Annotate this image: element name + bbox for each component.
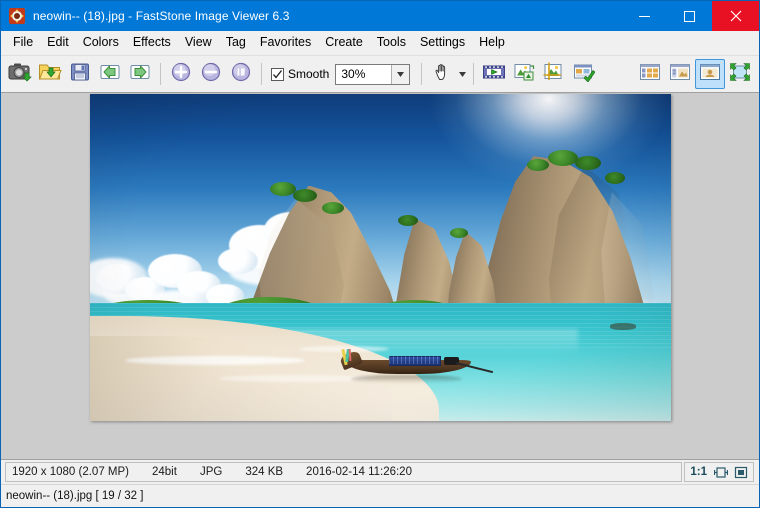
- zoom-level-combobox[interactable]: 30%: [335, 63, 411, 85]
- menu-item-view[interactable]: View: [178, 33, 219, 53]
- edit-compare-button[interactable]: [569, 59, 599, 89]
- current-file-label: neowin-- (18).jpg [ 19 / 32 ]: [6, 490, 144, 502]
- zoom-level-value[interactable]: 30%: [336, 64, 392, 84]
- image-bit-depth: 24bit: [152, 466, 177, 478]
- fullscreen-icon[interactable]: [734, 466, 748, 479]
- view-mode-group: [635, 56, 755, 92]
- zoom-dropdown-button[interactable]: [391, 64, 410, 84]
- hand-tool-icon: [432, 62, 452, 87]
- hand-tool-button[interactable]: [427, 59, 457, 89]
- zoom-in-icon: [170, 61, 192, 88]
- menu-item-tag[interactable]: Tag: [219, 33, 253, 53]
- image-format: JPG: [199, 466, 223, 478]
- toolbar-separator: [160, 63, 161, 85]
- window-title: neowin-- (18).jpg - FastStone Image View…: [33, 9, 290, 23]
- faststone-icon: [9, 8, 25, 24]
- window-controls: [622, 1, 759, 31]
- next-image-button[interactable]: [125, 59, 155, 89]
- toolbar-separator: [421, 63, 423, 85]
- previous-image-button[interactable]: [95, 59, 125, 89]
- status-bar: 1920 x 1080 (2.07 MP) 24bit JPG 324 KB 2…: [1, 459, 759, 484]
- open-folder-button[interactable]: [35, 59, 65, 89]
- next-image-icon: [129, 61, 151, 88]
- actual-size-icon: [230, 61, 252, 88]
- image-dimensions: 1920 x 1080 (2.07 MP): [12, 466, 129, 478]
- screen-capture-button[interactable]: [5, 59, 35, 89]
- save-icon: [69, 61, 91, 88]
- zoom-out-button[interactable]: [196, 59, 226, 89]
- zoom-controls-panel: 1:1: [684, 462, 754, 482]
- menu-item-favorites[interactable]: Favorites: [253, 33, 318, 53]
- actual-size-button[interactable]: [226, 59, 256, 89]
- menu-item-help[interactable]: Help: [472, 33, 512, 53]
- view-filmstrip-icon: [669, 62, 691, 87]
- crop-button[interactable]: [539, 59, 569, 89]
- close-button[interactable]: [712, 1, 759, 31]
- faststone-image-viewer-window: neowin-- (18).jpg - FastStone Image View…: [0, 0, 760, 508]
- longtail-boat: [339, 347, 493, 384]
- image-info-panel: 1920 x 1080 (2.07 MP) 24bit JPG 324 KB 2…: [5, 462, 683, 482]
- displayed-image[interactable]: [90, 94, 671, 421]
- zoom-out-icon: [200, 61, 222, 88]
- menu-item-colors[interactable]: Colors: [76, 33, 126, 53]
- open-folder-icon: [38, 61, 62, 88]
- check-icon: [273, 69, 283, 79]
- smooth-label: Smooth: [288, 67, 330, 81]
- image-canvas[interactable]: [1, 93, 759, 459]
- menu-item-effects[interactable]: Effects: [126, 33, 178, 53]
- chevron-down-icon: [397, 71, 405, 77]
- chevron-down-icon: [459, 71, 467, 77]
- menu-item-file[interactable]: File: [6, 33, 40, 53]
- resize-icon: [513, 62, 535, 87]
- menu-item-settings[interactable]: Settings: [413, 33, 472, 53]
- view-thumbnails-button[interactable]: [635, 59, 665, 89]
- smooth-checkbox[interactable]: Smooth: [271, 67, 329, 81]
- screen-capture-icon: [8, 61, 32, 88]
- view-single-image-icon: [699, 62, 721, 87]
- toolbar: Smooth 30%: [1, 55, 759, 93]
- menu-item-edit[interactable]: Edit: [40, 33, 76, 53]
- previous-image-icon: [99, 61, 121, 88]
- view-thumbnails-icon: [639, 62, 661, 87]
- zoom-in-button[interactable]: [166, 59, 196, 89]
- file-status-bar: neowin-- (18).jpg [ 19 / 32 ]: [1, 484, 759, 507]
- resize-button[interactable]: [509, 59, 539, 89]
- crop-icon: [543, 62, 565, 87]
- save-button[interactable]: [65, 59, 95, 89]
- edit-compare-icon: [573, 62, 596, 87]
- view-filmstrip-button[interactable]: [665, 59, 695, 89]
- view-single-image-button[interactable]: [695, 59, 725, 89]
- title-bar: neowin-- (18).jpg - FastStone Image View…: [1, 1, 759, 31]
- view-fullscreen-icon: [729, 62, 751, 87]
- toolbar-separator: [473, 63, 475, 85]
- checkbox-box[interactable]: [271, 67, 284, 81]
- menu-bar: File Edit Colors Effects View Tag Favori…: [1, 31, 759, 55]
- maximize-button[interactable]: [667, 1, 712, 31]
- view-fullscreen-button[interactable]: [725, 59, 755, 89]
- fit-to-window-icon[interactable]: [714, 466, 728, 479]
- slideshow-icon: [482, 62, 506, 87]
- toolbar-separator: [261, 63, 262, 85]
- menu-item-tools[interactable]: Tools: [370, 33, 413, 53]
- image-filesize: 324 KB: [245, 466, 284, 478]
- hand-tool-dropdown-button[interactable]: [457, 71, 468, 77]
- minimize-button[interactable]: [622, 1, 667, 31]
- image-datetime: 2016-02-14 11:26:20: [306, 466, 412, 478]
- menu-item-create[interactable]: Create: [318, 33, 370, 53]
- photo-content: [90, 94, 671, 421]
- slideshow-button[interactable]: [479, 59, 509, 89]
- zoom-ratio-label[interactable]: 1:1: [690, 466, 707, 478]
